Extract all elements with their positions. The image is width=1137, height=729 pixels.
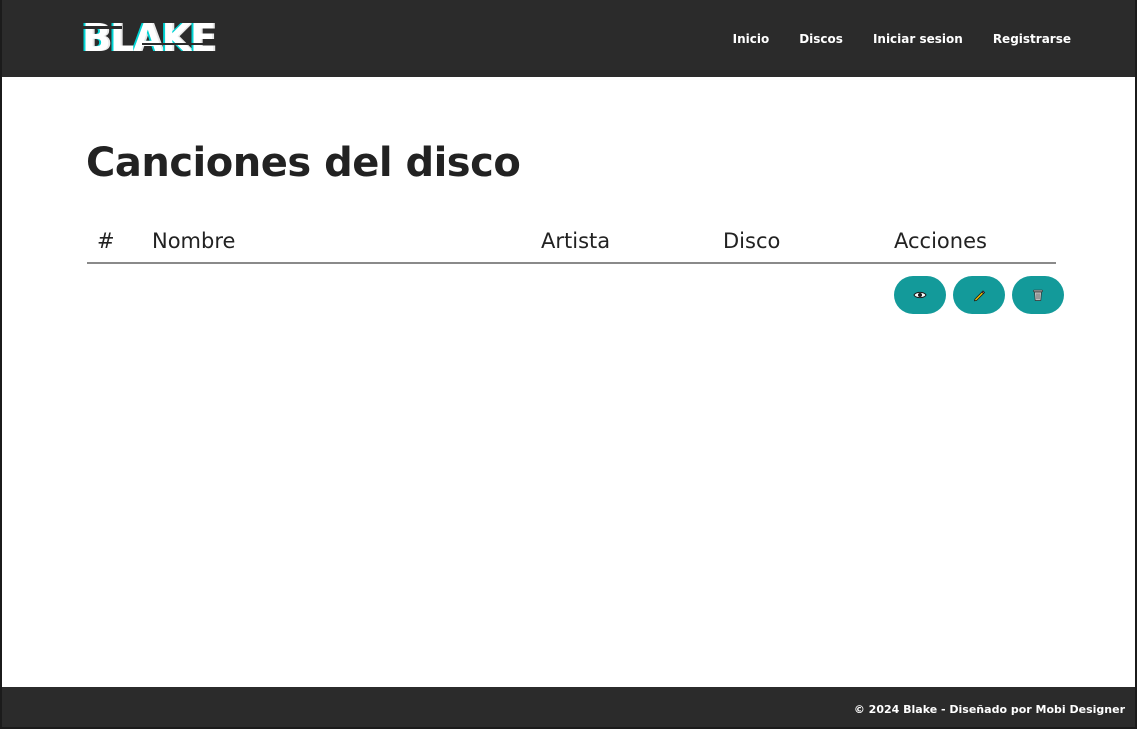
- column-header-nombre: Nombre: [152, 229, 236, 253]
- page-title: Canciones del disco: [86, 140, 521, 186]
- logo[interactable]: BLAKE: [78, 16, 216, 60]
- logo-text: BLAKE: [82, 16, 216, 60]
- column-header-artista: Artista: [541, 229, 611, 253]
- nav-link-inicio[interactable]: Inicio: [733, 32, 770, 46]
- navbar: BLAKE Inicio Discos Iniciar sesion Regis…: [2, 0, 1135, 77]
- column-header-number: #: [97, 229, 115, 253]
- nav-link-registrarse[interactable]: Registrarse: [993, 32, 1071, 46]
- pencil-icon: [973, 290, 986, 302]
- table-header: # Nombre Artista Disco Acciones: [87, 224, 1056, 264]
- main-nav: Inicio Discos Iniciar sesion Registrarse: [733, 0, 1071, 77]
- nav-link-discos[interactable]: Discos: [799, 32, 843, 46]
- footer: © 2024 Blake - Diseñado por Mobi Designe…: [2, 687, 1135, 727]
- delete-button[interactable]: [1012, 276, 1064, 314]
- page-frame: BLAKE Inicio Discos Iniciar sesion Regis…: [0, 0, 1137, 729]
- trash-icon: [1033, 289, 1043, 301]
- logo-glitch-stripe: [142, 43, 206, 45]
- eye-icon: [913, 291, 927, 299]
- logo-glitch-stripe: [78, 26, 122, 29]
- footer-copyright: © 2024 Blake - Diseñado por Mobi Designe…: [853, 703, 1125, 716]
- column-header-acciones: Acciones: [894, 229, 987, 253]
- edit-button[interactable]: [953, 276, 1005, 314]
- column-header-disco: Disco: [723, 229, 781, 253]
- row-actions: [894, 276, 1064, 314]
- nav-link-iniciar-sesion[interactable]: Iniciar sesion: [873, 32, 963, 46]
- view-button[interactable]: [894, 276, 946, 314]
